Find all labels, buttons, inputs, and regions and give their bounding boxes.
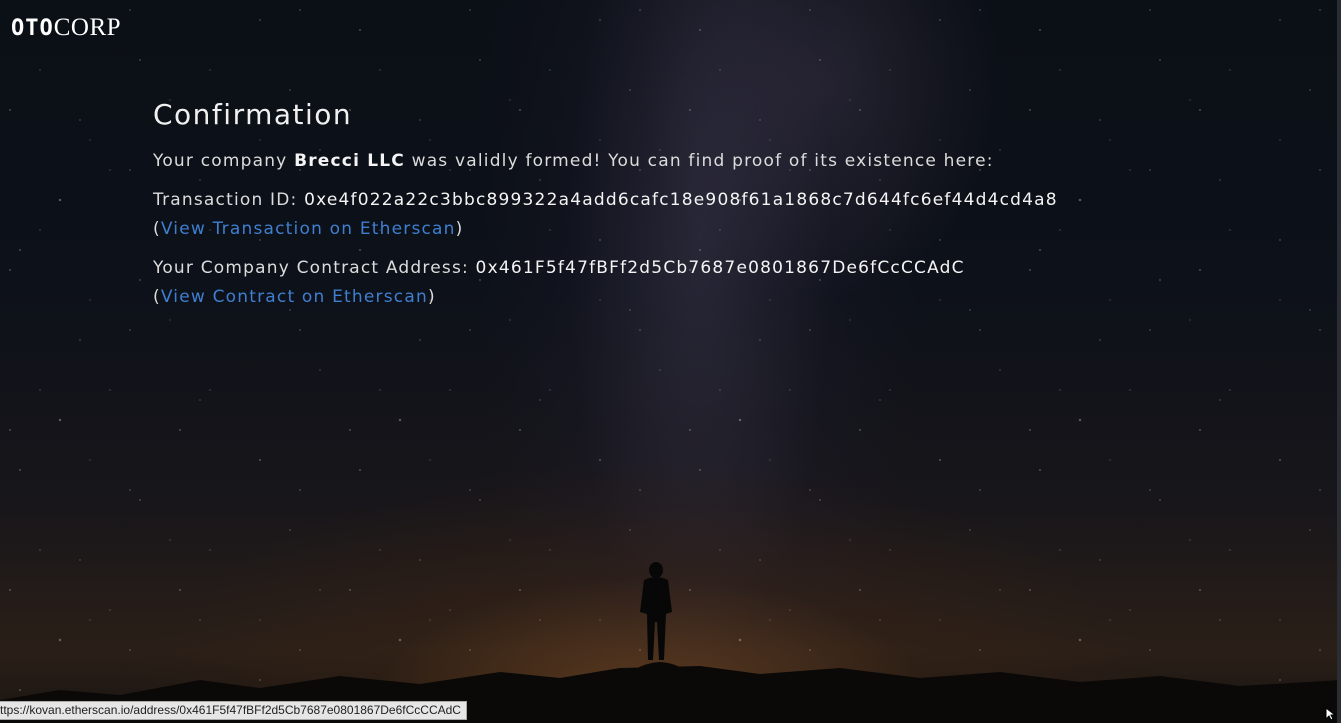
contract-address: 0x461F5f47fBFf2d5Cb7687e0801867De6fCcCCA… (475, 258, 965, 278)
view-transaction-link[interactable]: View Transaction on Etherscan (161, 219, 456, 239)
status-bar-url: ttps://kovan.etherscan.io/address/0x461F… (0, 701, 467, 720)
person-silhouette (640, 562, 672, 660)
intro-suffix: was validly formed! You can find proof o… (404, 151, 994, 171)
contract-label: Your Company Contract Address: (153, 258, 476, 278)
page-title: Confirmation (153, 98, 353, 131)
logo-corp-text: CORP (53, 14, 122, 41)
company-name: Brecci LLC (294, 151, 405, 171)
window-edge (1337, 0, 1341, 723)
otocorp-logo[interactable]: OTOCORP (11, 14, 121, 42)
view-contract-link[interactable]: View Contract on Etherscan (161, 287, 428, 307)
intro-prefix: Your company (153, 151, 295, 171)
paren-open: ( (153, 287, 161, 307)
transaction-section: Transaction ID: 0xe4f022a22c3bbc899322a4… (153, 186, 1153, 244)
transaction-id: 0xe4f022a22c3bbc899322a4add6cafc18e908f6… (304, 190, 1058, 210)
paren-open: ( (153, 219, 161, 239)
contract-section: Your Company Contract Address: 0x461F5f4… (153, 254, 1153, 312)
paren-close: ) (455, 219, 464, 239)
transaction-label: Transaction ID: (153, 190, 305, 210)
confirmation-panel: Confirmation Your company Brecci LLC was… (153, 98, 1153, 322)
formation-message: Your company Brecci LLC was validly form… (153, 147, 1153, 176)
logo-oto-text: OTO (11, 16, 54, 41)
paren-close: ) (427, 287, 436, 307)
